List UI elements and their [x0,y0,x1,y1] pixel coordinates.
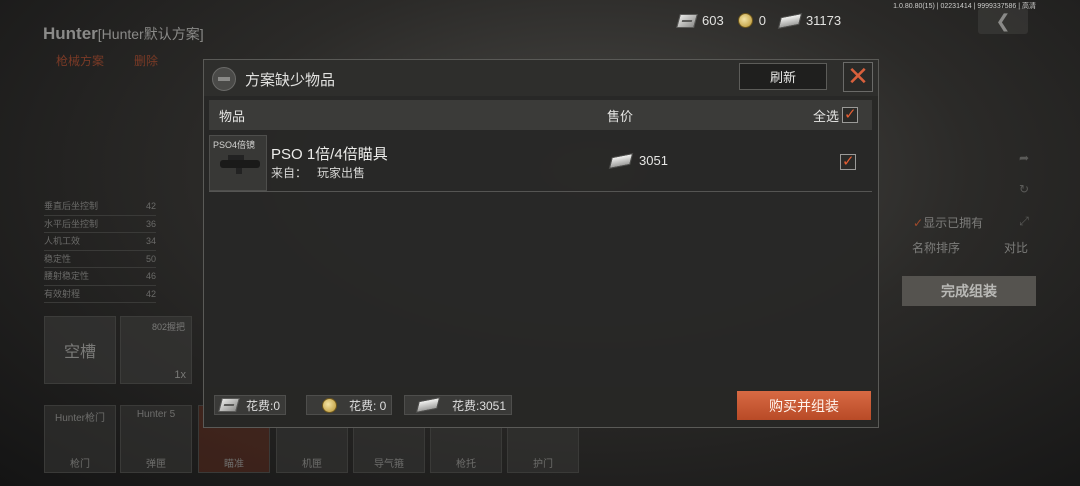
stat-label: 腰射稳定性 [44,271,90,281]
item-source: 来自： 玩家出售 [271,164,365,181]
part-slot-muzzle[interactable]: Hunter枪门 枪门 [44,405,116,473]
part-slot-type: 导气箍 [374,459,404,470]
stat-row: 稳定性 50 [44,251,156,268]
stat-label: 水平后坐控制 [44,218,99,229]
stat-value: 42 [145,201,156,211]
stat-row: 人机工效 34 [44,233,156,251]
cost-voucher: 花费:0 [214,395,287,415]
fullscreen-icon[interactable]: ⤢ [1017,214,1031,228]
sort-bar: 名称排序 对比 [902,239,1038,256]
coin-icon [322,397,337,413]
currency-coin: 0 [737,13,766,28]
stat-value: 42 [145,288,156,299]
currency-voucher: 603 [676,13,724,28]
cash-icon [777,12,803,29]
loadout-tabs: 枪械方案 删除 [56,52,158,69]
share-icon[interactable]: ➦ [1017,151,1031,165]
dialog-logo-icon [212,67,236,91]
complete-assembly-button[interactable]: 完成组装 [902,276,1036,306]
weapon-stats-list: 垂直后坐控制 42 水平后坐控制 36 人机工效 34 稳定性 50 腰射稳定性 46 有… [44,198,156,303]
thumbnail-label: PSO4倍镜 [213,140,256,150]
sort-by-name-button[interactable]: 名称排序 [912,239,960,256]
currency-cash: 31173 [777,12,842,29]
dialog-header: 方案缺少物品 刷新 ✕ [204,60,878,96]
part-slot-type: 机匣 [302,459,322,470]
coin-icon [737,13,753,28]
stat-value: 36 [145,218,156,229]
stat-label: 人机工效 [44,236,81,246]
select-all-label: 全选 [812,108,839,124]
column-item: 物品 [219,108,246,124]
cost-text: 花费:3051 [452,398,507,413]
cash-icon [608,152,634,169]
stat-value: 50 [145,253,156,264]
reset-icon[interactable]: ↻ [1017,182,1031,196]
select-all-checkbox[interactable] [842,105,858,123]
loadout-title: Hunter[Hunter默认方案] [43,24,204,44]
voucher-icon [218,398,240,412]
part-slot-magazine[interactable]: Hunter 5 弹匣 [120,405,192,473]
empty-slot[interactable]: 空槽 [44,316,116,384]
cost-text: 花费:0 [246,398,281,413]
stat-row: 腰射稳定性 46 [44,268,156,286]
grip-slot-qty: 1x [174,369,186,381]
cost-text: 花费: 0 [349,398,387,413]
item-checkbox[interactable] [840,152,856,170]
version-text: 1.0.80.80(15) | 02231414 | 9999337586 | … [893,3,1036,10]
column-price: 售价 [607,108,634,124]
part-slot-name: Hunter枪门 [54,413,105,424]
missing-items-dialog: 方案缺少物品 刷新 ✕ 物品 售价 全选 PSO4倍镜 PSO 1倍/4倍瞄具 … [203,59,879,428]
loadout-title-main: Hunter [43,24,98,43]
check-icon: ✓ [913,216,924,230]
stat-value: 34 [145,236,156,246]
tab-delete[interactable]: 删除 [134,52,158,69]
voucher-icon [676,13,698,28]
stat-value: 46 [145,271,156,281]
part-slot-name: Hunter 5 [136,409,176,420]
close-icon[interactable]: ✕ [843,62,873,92]
part-slot-type: 枪门 [70,459,90,470]
currency-value: 31173 [805,13,842,28]
scope-icon [220,155,260,174]
items-table-header: 物品 售价 全选 [209,100,872,130]
cash-icon [415,397,441,413]
stat-row: 垂直后坐控制 42 [44,198,156,216]
dialog-footer: 花费:0 花费: 0 花费:3051 购买并组装 [204,387,878,427]
currency-value: 603 [702,13,724,28]
part-slot-type: 瞄准 [224,459,244,470]
grip-slot[interactable]: 802握把 1x [120,316,192,384]
currency-value: 0 [758,13,766,28]
currency-bar: 603 0 31173 [676,12,849,29]
tab-weapon-plan[interactable]: 枪械方案 [56,52,104,69]
part-slot-type: 弹匣 [146,459,166,470]
stat-label: 有效射程 [44,288,81,299]
stat-label: 稳定性 [44,253,72,264]
show-owned-label: 显示已拥有 [923,216,984,230]
loadout-title-sub: [Hunter默认方案] [97,26,204,42]
cost-cash: 花费:3051 [404,395,513,415]
refresh-button[interactable]: 刷新 [739,63,827,90]
source-label: 来自： [271,166,308,180]
item-price: 3051 [608,152,668,169]
part-slot-type: 护门 [533,459,553,470]
show-owned-toggle[interactable]: ✓显示已拥有 [913,214,983,231]
grip-slot-label: 802握把 [151,322,185,332]
part-slot-type: 枪托 [456,459,476,470]
source-value: 玩家出售 [317,166,366,180]
stat-row: 水平后坐控制 36 [44,216,156,233]
stat-label: 垂直后坐控制 [44,201,99,211]
price-value: 3051 [639,153,668,168]
cost-coin: 花费: 0 [306,395,393,415]
select-all-toggle[interactable]: 全选 [812,105,858,125]
item-row[interactable]: PSO4倍镜 PSO 1倍/4倍瞄具 来自： 玩家出售 3051 [209,134,872,192]
compare-button[interactable]: 对比 [1004,239,1028,256]
stat-row: 有效射程 42 [44,286,156,303]
dialog-title: 方案缺少物品 [245,72,336,89]
buy-and-assemble-button[interactable]: 购买并组装 [737,391,871,420]
back-icon[interactable]: ❮ [978,8,1028,34]
item-thumbnail: PSO4倍镜 [209,135,267,191]
item-name: PSO 1倍/4倍瞄具 [271,146,388,163]
